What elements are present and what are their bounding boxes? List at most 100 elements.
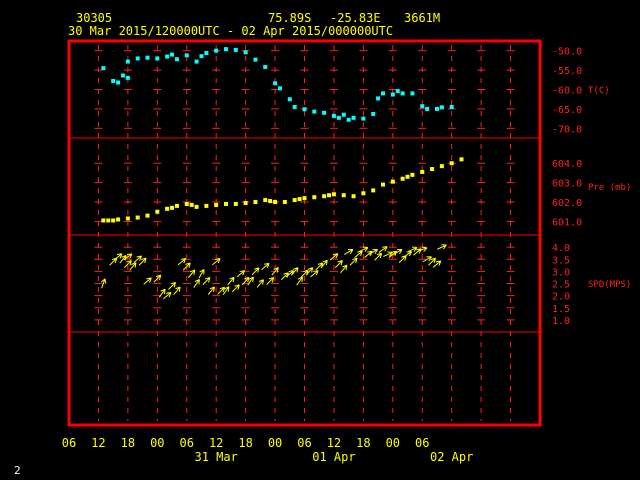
temperature-point	[170, 52, 175, 57]
wind-arrow	[158, 288, 166, 298]
wind-arrow	[202, 277, 211, 285]
pressure-point	[243, 200, 248, 205]
temperature-point	[214, 48, 219, 53]
wind-arrow	[207, 286, 215, 295]
wind-tick-label: 1.0	[552, 316, 570, 327]
temperature-point	[253, 57, 258, 62]
pressure-point	[253, 200, 258, 205]
temperature-point	[263, 64, 268, 69]
x-tick-label: 06	[297, 436, 311, 450]
x-tick-label: 00	[150, 436, 164, 450]
pressure-point	[297, 197, 302, 202]
temperature-point	[322, 110, 327, 115]
wind-arrow	[334, 260, 343, 268]
pressure-point	[135, 215, 140, 220]
pressure-point	[381, 182, 385, 187]
x-tick-label: 00	[268, 436, 282, 450]
wind-arrow	[340, 264, 348, 274]
wind-tick-label: 3.0	[552, 267, 570, 278]
station-elevation: 3661M	[404, 11, 441, 25]
temperature-point	[184, 53, 189, 58]
pressure-point	[341, 193, 346, 198]
page-number: 2	[14, 464, 21, 477]
pressure-point	[273, 200, 278, 205]
wind-arrow	[256, 279, 265, 288]
pressure-point	[106, 218, 111, 223]
wind-arrow	[231, 284, 240, 293]
temperature-point	[224, 47, 228, 52]
pressure-point	[390, 179, 395, 184]
wind-axis-label: SPD(MPS)	[588, 280, 631, 290]
pressure-point	[410, 172, 415, 177]
pressure-tick-label: 602.0	[552, 198, 582, 209]
temperature-point	[302, 107, 307, 112]
temperature-point	[336, 115, 341, 120]
x-tick-label: 12	[91, 436, 105, 450]
pressure-point	[331, 192, 336, 197]
temperature-point	[395, 89, 400, 94]
temperature-point	[155, 56, 160, 61]
pressure-point	[189, 202, 194, 207]
wind-arrow	[349, 257, 358, 266]
pressure-point	[174, 203, 179, 208]
wind-arrow	[153, 274, 162, 283]
wind-arrow	[236, 270, 246, 278]
temperature-point	[174, 57, 179, 62]
x-tick-label: 18	[356, 436, 370, 450]
wind-arrow	[113, 253, 123, 261]
x-tick-label: 12	[327, 436, 341, 450]
wind-arrow	[407, 246, 418, 253]
temperature-tick-label: -65.0	[552, 105, 582, 116]
x-tick-label: 12	[209, 436, 223, 450]
pressure-point	[116, 217, 121, 222]
pressure-point	[170, 205, 175, 210]
pressure-point	[449, 161, 454, 166]
wind-arrow	[173, 286, 181, 295]
station-longitude: -25.83E	[330, 11, 381, 25]
pressure-point	[224, 201, 228, 206]
temperature-tick-label: -50.0	[552, 47, 582, 58]
temperature-point	[101, 66, 106, 71]
pressure-point	[292, 198, 297, 203]
pressure-point	[361, 191, 366, 196]
wind-arrow	[177, 257, 187, 266]
x-tick-label: 18	[121, 436, 135, 450]
temperature-point	[199, 54, 204, 59]
station-latitude: 75.89S	[268, 11, 312, 25]
pressure-point	[420, 169, 425, 174]
temperature-point	[434, 106, 439, 111]
x-tick-label: 00	[386, 436, 400, 450]
temperature-point	[116, 80, 121, 85]
pressure-point	[430, 167, 435, 172]
temperature-point	[243, 50, 248, 55]
pressure-point	[439, 164, 444, 169]
pressure-point	[194, 204, 199, 209]
pressure-point	[125, 216, 130, 221]
temperature-point	[273, 81, 278, 86]
pressure-point	[111, 218, 116, 223]
pressure-point	[400, 176, 405, 181]
wind-arrow	[354, 250, 363, 258]
pressure-point	[214, 202, 219, 207]
temperature-point	[312, 109, 317, 114]
wind-arrow	[217, 286, 226, 295]
pressure-point	[155, 209, 160, 214]
pressure-point	[351, 194, 356, 199]
temperature-point	[287, 97, 292, 102]
wind-arrow	[403, 251, 413, 258]
pressure-point	[268, 199, 273, 204]
wind-arrow	[251, 267, 260, 276]
temperature-point	[111, 78, 116, 83]
pressure-axis-label: Pre (mb)	[588, 183, 631, 193]
x-date-label: 01 Apr	[312, 450, 355, 464]
pressure-point	[322, 194, 327, 199]
wind-arrow	[437, 244, 447, 250]
temperature-point	[361, 116, 366, 121]
temperature-point	[331, 113, 336, 118]
wind-tick-label: 1.5	[552, 304, 570, 315]
pressure-tick-label: 601.0	[552, 217, 582, 228]
temperature-point	[371, 111, 376, 116]
time-period: 30 Mar 2015/120000UTC - 02 Apr 2015/0000…	[68, 24, 394, 38]
wind-arrow	[344, 248, 354, 255]
wind-tick-label: 4.0	[552, 243, 570, 254]
